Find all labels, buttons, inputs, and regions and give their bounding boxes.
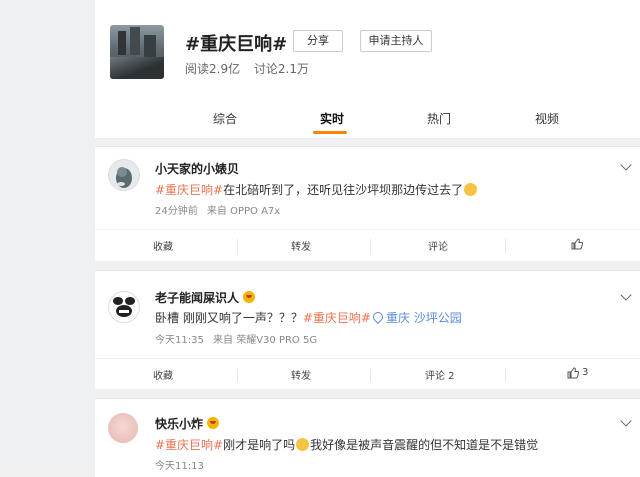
share-button[interactable]: 分享 xyxy=(293,30,343,52)
topic-tag-link[interactable]: #重庆巨响# xyxy=(303,311,371,325)
username[interactable]: 小天家的小婊贝 xyxy=(155,160,239,177)
post-text: #重庆巨响#在北碚听到了，还听见往沙坪坝那边传过去了 xyxy=(155,181,478,198)
post-card: 小天家的小婊贝 #重庆巨响#在北碚听到了，还听见往沙坪坝那边传过去了 24分钟前… xyxy=(95,146,640,261)
like-icon[interactable] xyxy=(567,367,579,379)
avatar[interactable] xyxy=(108,159,140,191)
post-meta: 今天11:35 来自 荣耀V30 PRO 5G xyxy=(155,331,323,346)
avatar[interactable] xyxy=(108,413,138,443)
post-body: 在北碚听到了，还听见往沙坪坝那边传过去了 xyxy=(223,183,464,197)
topic-tag-link[interactable]: #重庆巨响# xyxy=(155,183,223,197)
post-source: 来自 荣耀V30 PRO 5G xyxy=(213,335,318,346)
repost-button[interactable]: 转发 xyxy=(291,367,311,382)
badge-icon xyxy=(207,417,220,429)
location-detail-link[interactable]: 沙坪公园 xyxy=(414,311,462,325)
tab-realtime[interactable]: 实时 xyxy=(320,110,344,127)
like-count[interactable]: 3 xyxy=(582,367,588,378)
username[interactable]: 老子能闻屎识人 xyxy=(155,289,256,306)
post-body: 刚才是响了吗 xyxy=(223,438,296,452)
post-source: 来自 OPPO A7x xyxy=(206,206,281,217)
comment-button[interactable]: 评论 xyxy=(428,238,448,253)
collect-button[interactable]: 收藏 xyxy=(153,238,173,253)
post-time[interactable]: 今天11:35 xyxy=(155,335,204,346)
post-card: 快乐小炸 #重庆巨响#刚才是响了吗 我好像是被声音震醒的但不知道是不是错觉 今天1… xyxy=(95,398,640,477)
divider xyxy=(505,239,506,253)
discussion-count: 讨论2.1万 xyxy=(253,62,310,76)
feed-tabs: 综合 实时 热门 视频 xyxy=(95,100,640,138)
divider xyxy=(370,239,371,253)
chevron-down-icon[interactable] xyxy=(620,159,632,171)
badge-icon xyxy=(243,291,256,303)
like-icon[interactable] xyxy=(571,238,583,250)
active-tab-indicator xyxy=(313,131,347,134)
emoji-icon xyxy=(296,438,310,451)
apply-host-button[interactable]: 申请主持人 xyxy=(360,30,432,52)
post-body-continued: 我好像是被声音震醒的但不知道是不是错觉 xyxy=(310,438,539,452)
topic-cover-image xyxy=(110,25,164,79)
divider xyxy=(237,239,238,253)
tab-comprehensive[interactable]: 综合 xyxy=(213,110,237,127)
chevron-down-icon[interactable] xyxy=(620,415,632,427)
comment-button[interactable]: 评论 2 xyxy=(425,367,455,382)
repost-button[interactable]: 转发 xyxy=(291,238,311,253)
post-actions: 收藏 转发 评论 2 3 xyxy=(95,358,640,389)
post-meta: 24分钟前 来自 OPPO A7x xyxy=(155,202,286,217)
collect-button[interactable]: 收藏 xyxy=(153,367,173,382)
chevron-down-icon[interactable] xyxy=(620,289,632,301)
post-text: 卧槽 刚刚又响了一声？？？#重庆巨响# 重庆 沙坪公园 xyxy=(155,309,462,326)
location-pin-icon xyxy=(370,309,386,325)
topic-tag-link[interactable]: #重庆巨响# xyxy=(155,438,223,452)
divider xyxy=(237,368,238,382)
divider xyxy=(505,368,506,382)
read-count: 阅读2.9亿 xyxy=(185,62,241,76)
post-card: 老子能闻屎识人 卧槽 刚刚又响了一声？？？#重庆巨响# 重庆 沙坪公园 今天11:… xyxy=(95,270,640,389)
post-actions: 收藏 转发 评论 xyxy=(95,229,640,260)
divider xyxy=(370,368,371,382)
tab-video[interactable]: 视频 xyxy=(535,110,559,127)
location-link[interactable]: 重庆 xyxy=(386,311,410,325)
post-meta: 今天11:13 xyxy=(155,457,210,472)
emoji-icon xyxy=(464,183,478,196)
post-time[interactable]: 今天11:13 xyxy=(155,461,204,472)
topic-title: #重庆巨响# xyxy=(185,34,288,55)
post-text: #重庆巨响#刚才是响了吗 我好像是被声音震醒的但不知道是不是错觉 xyxy=(155,436,538,453)
post-body: 卧槽 刚刚又响了一声？？？ xyxy=(155,311,303,325)
topic-stats: 阅读2.9亿 讨论2.1万 xyxy=(185,60,319,77)
avatar[interactable] xyxy=(108,291,140,323)
post-time[interactable]: 24分钟前 xyxy=(155,206,198,217)
tab-hot[interactable]: 热门 xyxy=(427,110,451,127)
username[interactable]: 快乐小炸 xyxy=(155,415,220,432)
topic-header: #重庆巨响# 分享 申请主持人 阅读2.9亿 讨论2.1万 综合 实时 热门 视… xyxy=(95,0,640,139)
